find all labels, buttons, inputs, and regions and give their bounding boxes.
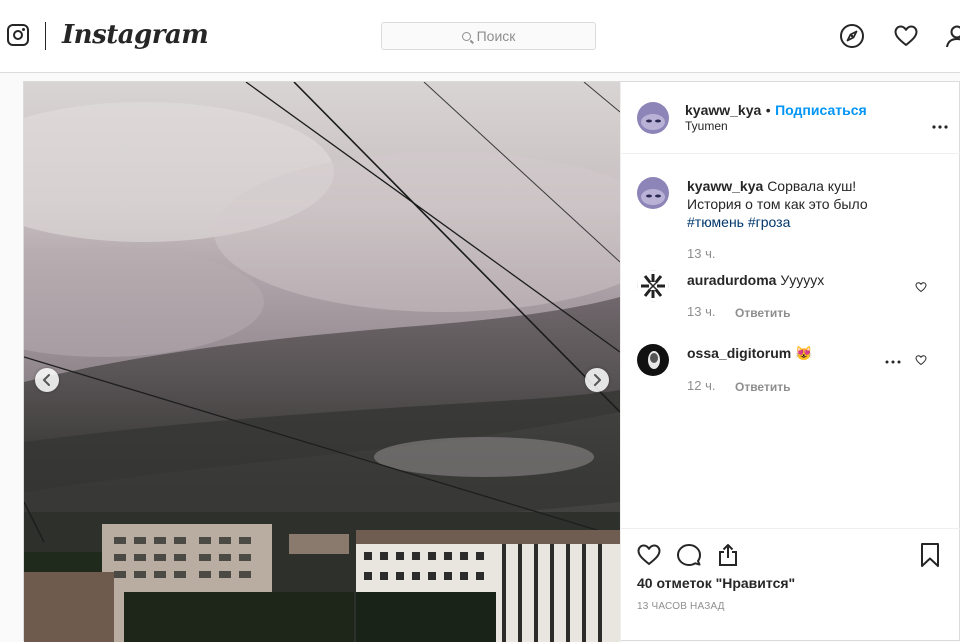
instagram-wordmark[interactable]: Instagram bbox=[62, 20, 208, 50]
comment-text: Уууууx bbox=[780, 272, 824, 288]
likes-count[interactable]: 40 отметок "Нравится" bbox=[637, 575, 795, 591]
like-heart-icon[interactable] bbox=[636, 542, 662, 568]
caption-username[interactable]: kyaww_kya bbox=[687, 178, 763, 194]
separator-dot: • bbox=[766, 102, 771, 118]
reply-button[interactable]: Ответить bbox=[735, 380, 790, 394]
comment-username[interactable]: auradurdoma bbox=[687, 272, 776, 288]
post-card: kyaww_kya • Подписаться Tyumen kyaww_kya… bbox=[23, 81, 960, 641]
search-icon bbox=[462, 32, 471, 41]
hashtag-link[interactable]: #гроза bbox=[748, 214, 791, 230]
bookmark-icon[interactable] bbox=[917, 542, 943, 568]
comment-like-heart-icon[interactable] bbox=[915, 280, 927, 292]
comment-time: 12 ч. bbox=[687, 378, 715, 393]
comment-more-dots-icon[interactable] bbox=[885, 351, 901, 369]
caption-text: Сорвала куш! bbox=[767, 178, 856, 194]
comment: auradurdoma Уууууx bbox=[687, 271, 937, 289]
author-avatar[interactable] bbox=[637, 102, 669, 134]
caption-text-line2: История о том как это было bbox=[687, 196, 868, 212]
instagram-logo-icon[interactable] bbox=[7, 24, 29, 46]
commenter-avatar[interactable] bbox=[637, 270, 669, 302]
share-icon[interactable] bbox=[715, 542, 741, 568]
activity-heart-icon[interactable] bbox=[893, 23, 919, 49]
hashtag-link[interactable]: #тюмень bbox=[687, 214, 744, 230]
comment-username[interactable]: ossa_digitorum bbox=[687, 345, 791, 361]
caption: kyaww_kya Сорвала куш! История о том как… bbox=[687, 177, 937, 231]
storm-clouds-photo bbox=[24, 82, 620, 642]
search-input[interactable]: Поиск bbox=[381, 22, 596, 50]
profile-icon[interactable] bbox=[944, 23, 960, 49]
post-location[interactable]: Tyumen bbox=[685, 119, 728, 133]
author-username[interactable]: kyaww_kya bbox=[685, 102, 761, 118]
post-actions: 40 отметок "Нравится" 13 часов назад bbox=[621, 528, 960, 642]
comment-text: 😻 bbox=[795, 345, 812, 361]
search-placeholder: Поиск bbox=[477, 28, 516, 44]
comment-like-heart-icon[interactable] bbox=[915, 353, 927, 365]
carousel-next-icon[interactable] bbox=[585, 368, 609, 392]
explore-compass-icon[interactable] bbox=[839, 23, 865, 49]
comment-bubble-icon[interactable] bbox=[676, 542, 702, 568]
comment-time: 13 ч. bbox=[687, 304, 715, 319]
post-sidebar: kyaww_kya • Подписаться Tyumen kyaww_kya… bbox=[620, 82, 960, 642]
post-photo[interactable] bbox=[24, 82, 620, 642]
posted-time[interactable]: 13 часов назад bbox=[637, 601, 725, 612]
more-dots-icon[interactable] bbox=[932, 116, 948, 134]
commenter-avatar[interactable] bbox=[637, 344, 669, 376]
carousel-prev-icon[interactable] bbox=[35, 368, 59, 392]
top-navigation-bar: Instagram Поиск bbox=[0, 0, 960, 73]
caption-avatar[interactable] bbox=[637, 177, 669, 209]
post-header: kyaww_kya • Подписаться Tyumen bbox=[621, 82, 960, 154]
caption-time: 13 ч. bbox=[687, 246, 715, 261]
follow-button[interactable]: Подписаться bbox=[775, 102, 867, 118]
logo-divider bbox=[45, 22, 46, 50]
reply-button[interactable]: Ответить bbox=[735, 306, 790, 320]
